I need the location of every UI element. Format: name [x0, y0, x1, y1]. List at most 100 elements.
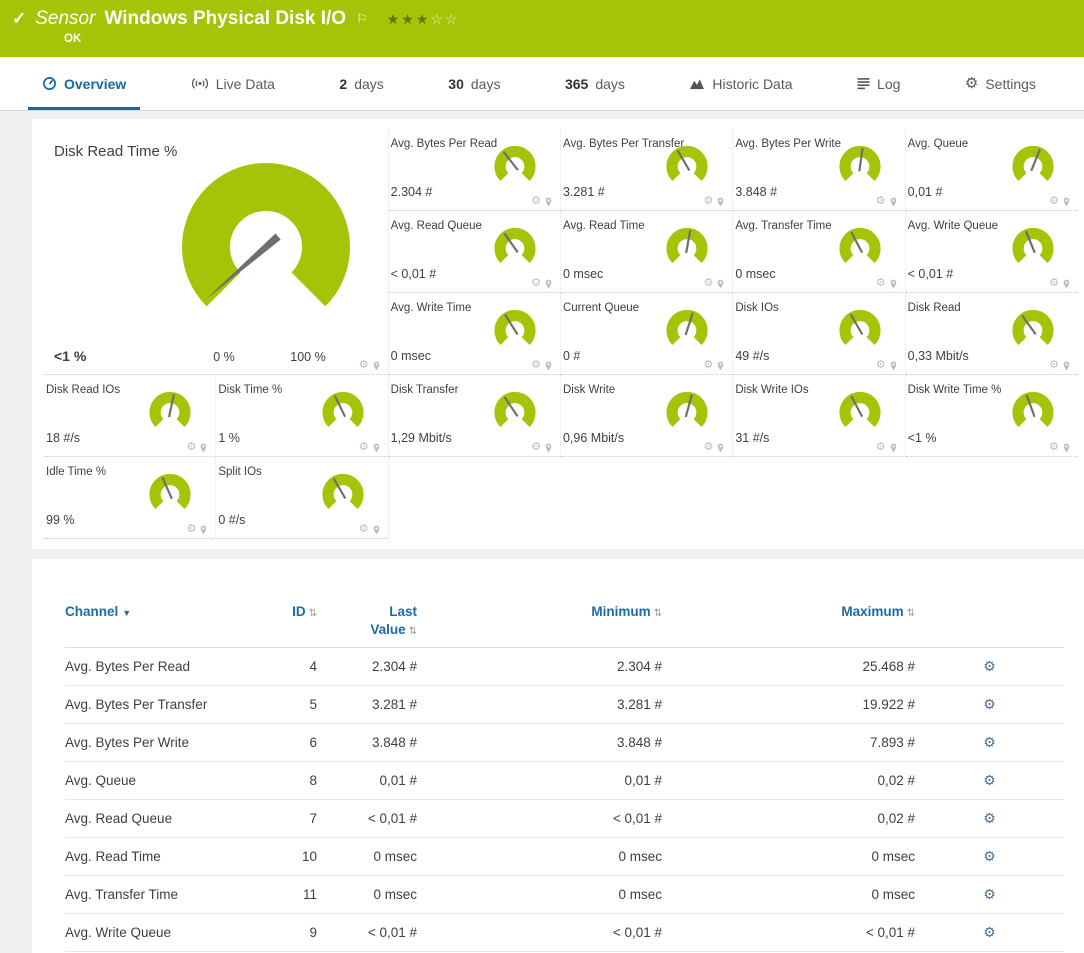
tab-number: 2	[339, 76, 347, 92]
channel-settings-icon[interactable]: ⚙	[983, 772, 996, 788]
gauge-settings-icon[interactable]: ⚙	[703, 442, 713, 453]
gauge-pin-icon[interactable]	[200, 443, 207, 453]
channel-settings-icon[interactable]: ⚙	[983, 924, 996, 940]
column-header-max[interactable]: Maximum⇅	[662, 603, 915, 621]
gauge-pin-icon[interactable]	[717, 443, 724, 453]
gauge-pin-icon[interactable]	[1063, 279, 1070, 289]
tab-30-days[interactable]: 30days	[434, 57, 514, 110]
gauge-value: 1 %	[218, 431, 240, 445]
table-row-avg-read-queue[interactable]: Avg. Read Queue7< 0,01 #< 0,01 #0,02 #⚙	[65, 800, 1064, 838]
channel-name[interactable]: Avg. Read Queue	[65, 811, 255, 826]
column-header-channel[interactable]: Channel▼	[65, 603, 255, 621]
gauge-pin-icon[interactable]	[373, 525, 380, 535]
gauge-settings-icon[interactable]: ⚙	[876, 196, 886, 207]
gauge-pin-icon[interactable]	[545, 443, 552, 453]
tab-log[interactable]: Log	[843, 57, 914, 110]
gauge-pin-icon[interactable]	[1063, 443, 1070, 453]
gauge-pin-icon[interactable]	[373, 361, 380, 371]
gauge-settings-icon[interactable]: ⚙	[876, 360, 886, 371]
channel-settings-icon[interactable]: ⚙	[983, 696, 996, 712]
gauge-dial	[1004, 143, 1062, 190]
gauge-dial	[831, 389, 889, 436]
table-row-avg-queue[interactable]: Avg. Queue80,01 #0,01 #0,02 #⚙	[65, 762, 1064, 800]
gauge-pin-icon[interactable]	[545, 197, 552, 207]
gauge-pin-icon[interactable]	[373, 443, 380, 453]
rating-star-icon[interactable]: ★	[387, 11, 402, 27]
table-row-avg-read-time[interactable]: Avg. Read Time100 msec0 msec0 msec⚙	[65, 838, 1064, 876]
gauge-settings-icon[interactable]: ⚙	[186, 442, 196, 453]
channel-settings-icon[interactable]: ⚙	[983, 886, 996, 902]
gauge-settings-icon[interactable]: ⚙	[1049, 278, 1059, 289]
gauge-settings-icon[interactable]: ⚙	[1049, 360, 1059, 371]
gauge-pin-icon[interactable]	[890, 197, 897, 207]
tab-overview[interactable]: Overview	[28, 57, 140, 110]
column-header-last[interactable]: LastValue⇅	[317, 603, 417, 639]
column-header-id[interactable]: ID⇅	[255, 603, 317, 621]
gauge-pin-icon[interactable]	[1063, 197, 1070, 207]
gauge-pin-icon[interactable]	[890, 279, 897, 289]
channel-name[interactable]: Avg. Bytes Per Read	[65, 659, 255, 674]
gauge-value: 0,96 Mbit/s	[563, 431, 624, 445]
gauge-value: 1,29 Mbit/s	[391, 431, 452, 445]
gauge-pin-icon[interactable]	[717, 279, 724, 289]
gauge-settings-icon[interactable]: ⚙	[531, 442, 541, 453]
gauge-tools: ⚙	[531, 278, 552, 289]
gauge-settings-icon[interactable]: ⚙	[359, 442, 369, 453]
column-header-min[interactable]: Minimum⇅	[417, 603, 662, 621]
sensor-title: Windows Physical Disk I/O	[104, 8, 346, 30]
gauge-settings-icon[interactable]: ⚙	[703, 360, 713, 371]
table-row-avg-bytes-per-write[interactable]: Avg. Bytes Per Write63.848 #3.848 #7.893…	[65, 724, 1064, 762]
channel-maximum: 0 msec	[662, 849, 915, 864]
gauge-avg-read-time: Avg. Read Time0 msec⚙	[561, 211, 733, 293]
table-row-avg-transfer-time[interactable]: Avg. Transfer Time110 msec0 msec0 msec⚙	[65, 876, 1064, 914]
channel-minimum: 0,01 #	[417, 773, 662, 788]
tab-365-days[interactable]: 365days	[551, 57, 639, 110]
channel-maximum: 0 msec	[662, 887, 915, 902]
tab-historic-data[interactable]: Historic Data	[675, 57, 806, 110]
channel-settings-icon[interactable]: ⚙	[983, 734, 996, 750]
gauge-pin-icon[interactable]	[717, 361, 724, 371]
gauge-settings-icon[interactable]: ⚙	[531, 196, 541, 207]
gauge-settings-icon[interactable]: ⚙	[1049, 196, 1059, 207]
tab-live-data[interactable]: Live Data	[177, 57, 289, 110]
tab-2-days[interactable]: 2days	[325, 57, 397, 110]
channel-settings-icon[interactable]: ⚙	[983, 810, 996, 826]
gauge-pin-icon[interactable]	[890, 361, 897, 371]
channel-name[interactable]: Avg. Read Time	[65, 849, 255, 864]
gauge-settings-icon[interactable]: ⚙	[703, 196, 713, 207]
channel-minimum: 3.848 #	[417, 735, 662, 750]
gauge-pin-icon[interactable]	[545, 361, 552, 371]
gauge-settings-icon[interactable]: ⚙	[359, 524, 369, 535]
rating-star-icon[interactable]: ★	[416, 11, 431, 27]
tab-settings[interactable]: ⚙Settings	[951, 57, 1050, 110]
gauge-settings-icon[interactable]: ⚙	[1049, 442, 1059, 453]
gauge-pin-icon[interactable]	[1063, 361, 1070, 371]
gauge-settings-icon[interactable]: ⚙	[531, 278, 541, 289]
gauge-settings-icon[interactable]: ⚙	[876, 442, 886, 453]
channel-settings-icon[interactable]: ⚙	[983, 848, 996, 864]
gauge-settings-icon[interactable]: ⚙	[876, 278, 886, 289]
gauge-value: 0 msec	[391, 349, 431, 363]
table-row-avg-bytes-per-transfer[interactable]: Avg. Bytes Per Transfer53.281 #3.281 #19…	[65, 686, 1064, 724]
gauge-settings-icon[interactable]: ⚙	[703, 278, 713, 289]
gauge-pin-icon[interactable]	[545, 279, 552, 289]
favorite-rating[interactable]: ★★★☆☆	[387, 11, 460, 28]
channel-name[interactable]: Avg. Bytes Per Transfer	[65, 697, 255, 712]
gauge-pin-icon[interactable]	[717, 197, 724, 207]
rating-star-icon[interactable]: ☆	[445, 11, 460, 27]
gauge-pin-icon[interactable]	[200, 525, 207, 535]
rating-star-icon[interactable]: ★	[401, 11, 416, 27]
channel-name[interactable]: Avg. Queue	[65, 773, 255, 788]
rating-star-icon[interactable]: ☆	[430, 11, 445, 27]
channel-name[interactable]: Avg. Write Queue	[65, 925, 255, 940]
gauge-settings-icon[interactable]: ⚙	[359, 360, 369, 371]
channel-settings-icon[interactable]: ⚙	[983, 658, 996, 674]
channel-name[interactable]: Avg. Transfer Time	[65, 887, 255, 902]
gauge-settings-icon[interactable]: ⚙	[186, 524, 196, 535]
table-row-avg-bytes-per-read[interactable]: Avg. Bytes Per Read42.304 #2.304 #25.468…	[65, 648, 1064, 686]
priority-flag-icon[interactable]: ⚐	[356, 11, 368, 27]
gauge-settings-icon[interactable]: ⚙	[531, 360, 541, 371]
table-row-avg-write-queue[interactable]: Avg. Write Queue9< 0,01 #< 0,01 #< 0,01 …	[65, 914, 1064, 952]
channel-name[interactable]: Avg. Bytes Per Write	[65, 735, 255, 750]
gauge-pin-icon[interactable]	[890, 443, 897, 453]
